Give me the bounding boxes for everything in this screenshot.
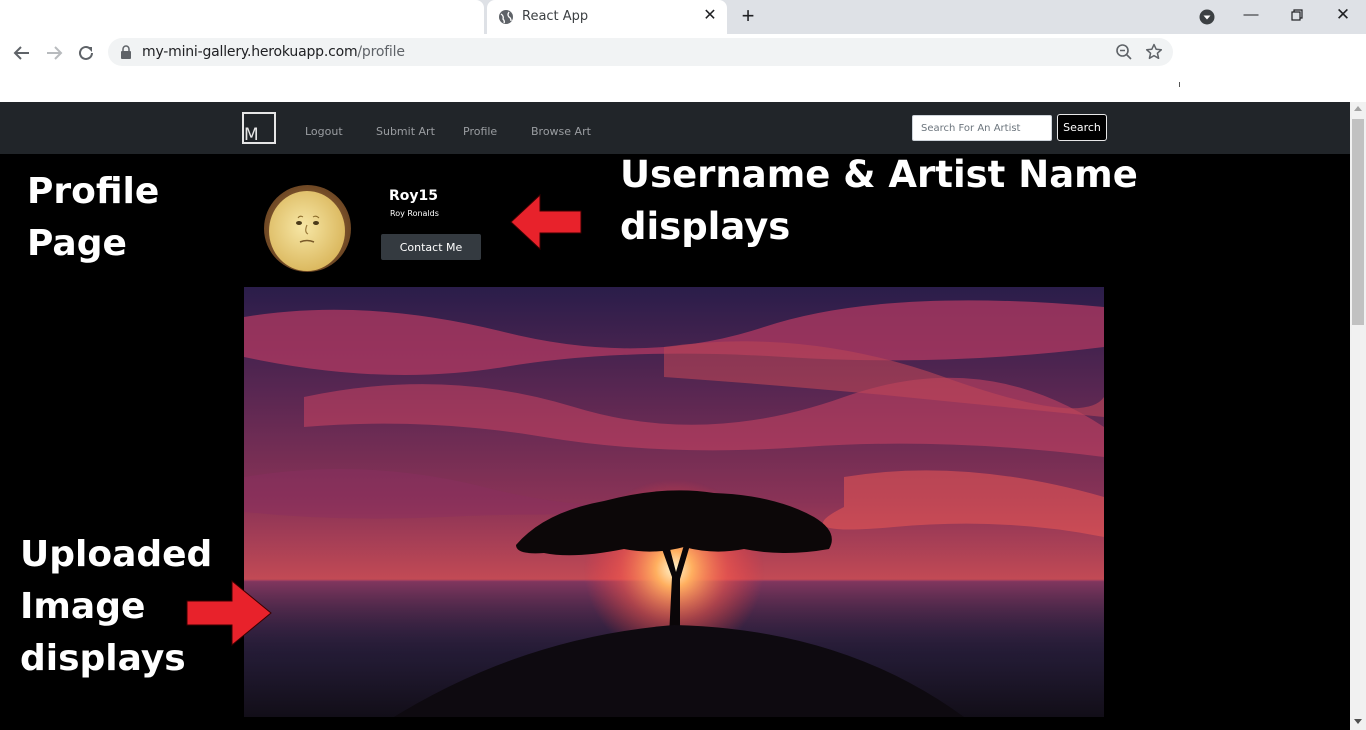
page-viewport: M Logout Submit Art Profile Browse Art S… <box>0 102 1350 730</box>
close-window-icon[interactable]: ✕ <box>1329 4 1357 26</box>
address-bar[interactable]: my-mini-gallery.herokuapp.com/profile <box>108 38 1173 66</box>
page-scrollbar[interactable] <box>1350 102 1366 730</box>
annotation-username-artist: Username & Artist Name displays <box>620 153 1138 248</box>
url-host: my-mini-gallery.herokuapp.com <box>142 44 358 60</box>
browser-tab-active[interactable]: React App ✕ <box>487 0 727 34</box>
annotation-uploaded-image: Uploaded Image displays <box>20 534 213 679</box>
browser-tab-strip: React App ✕ + — ✕ <box>0 0 1366 34</box>
chevron-down-icon[interactable] <box>1199 9 1215 25</box>
minimize-icon[interactable]: — <box>1237 4 1265 26</box>
scrollbar-thumb[interactable] <box>1352 119 1364 325</box>
annotation-arrow-right <box>186 580 272 646</box>
nav-link-logout[interactable]: Logout <box>305 125 343 138</box>
zoom-out-icon[interactable] <box>1115 43 1133 61</box>
cursor-mark <box>1179 82 1180 87</box>
arrow-right-icon[interactable] <box>43 42 65 64</box>
annotation-profile-page: Profile Page <box>27 171 160 264</box>
star-icon[interactable] <box>1145 43 1163 61</box>
arrow-left-icon[interactable] <box>11 42 33 64</box>
reload-icon[interactable] <box>75 42 97 64</box>
brand-letter: M <box>244 125 259 145</box>
avatar[interactable] <box>264 185 351 272</box>
site-navbar: M Logout Submit Art Profile Browse Art S… <box>0 102 1350 154</box>
browser-tab-inactive[interactable] <box>0 0 484 34</box>
uploaded-artwork-image[interactable] <box>244 287 1104 717</box>
scroll-down-arrow-icon[interactable] <box>1354 719 1362 724</box>
scroll-up-arrow-icon[interactable] <box>1354 106 1362 111</box>
artist-name: Roy Ronalds <box>390 209 439 218</box>
url-text[interactable]: my-mini-gallery.herokuapp.com/profile <box>142 44 405 60</box>
brand-logo[interactable]: M <box>242 112 276 144</box>
globe-icon <box>499 10 513 24</box>
nav-link-browse-art[interactable]: Browse Art <box>531 125 591 138</box>
restore-icon[interactable] <box>1283 8 1311 24</box>
new-tab-plus-icon[interactable]: + <box>738 5 758 27</box>
browser-toolbar: my-mini-gallery.herokuapp.com/profile <box>0 34 1366 102</box>
contact-me-button[interactable]: Contact Me <box>381 234 481 260</box>
nav-link-profile[interactable]: Profile <box>463 125 497 138</box>
tab-title: React App <box>522 9 589 24</box>
lock-icon[interactable] <box>120 45 132 59</box>
username: Roy15 <box>389 188 439 204</box>
nav-link-submit-art[interactable]: Submit Art <box>376 125 435 138</box>
annotation-arrow-left <box>510 194 582 250</box>
artist-search-input[interactable] <box>912 115 1052 141</box>
search-button[interactable]: Search <box>1057 114 1107 141</box>
url-path: /profile <box>357 44 405 60</box>
close-icon[interactable]: ✕ <box>701 7 719 25</box>
